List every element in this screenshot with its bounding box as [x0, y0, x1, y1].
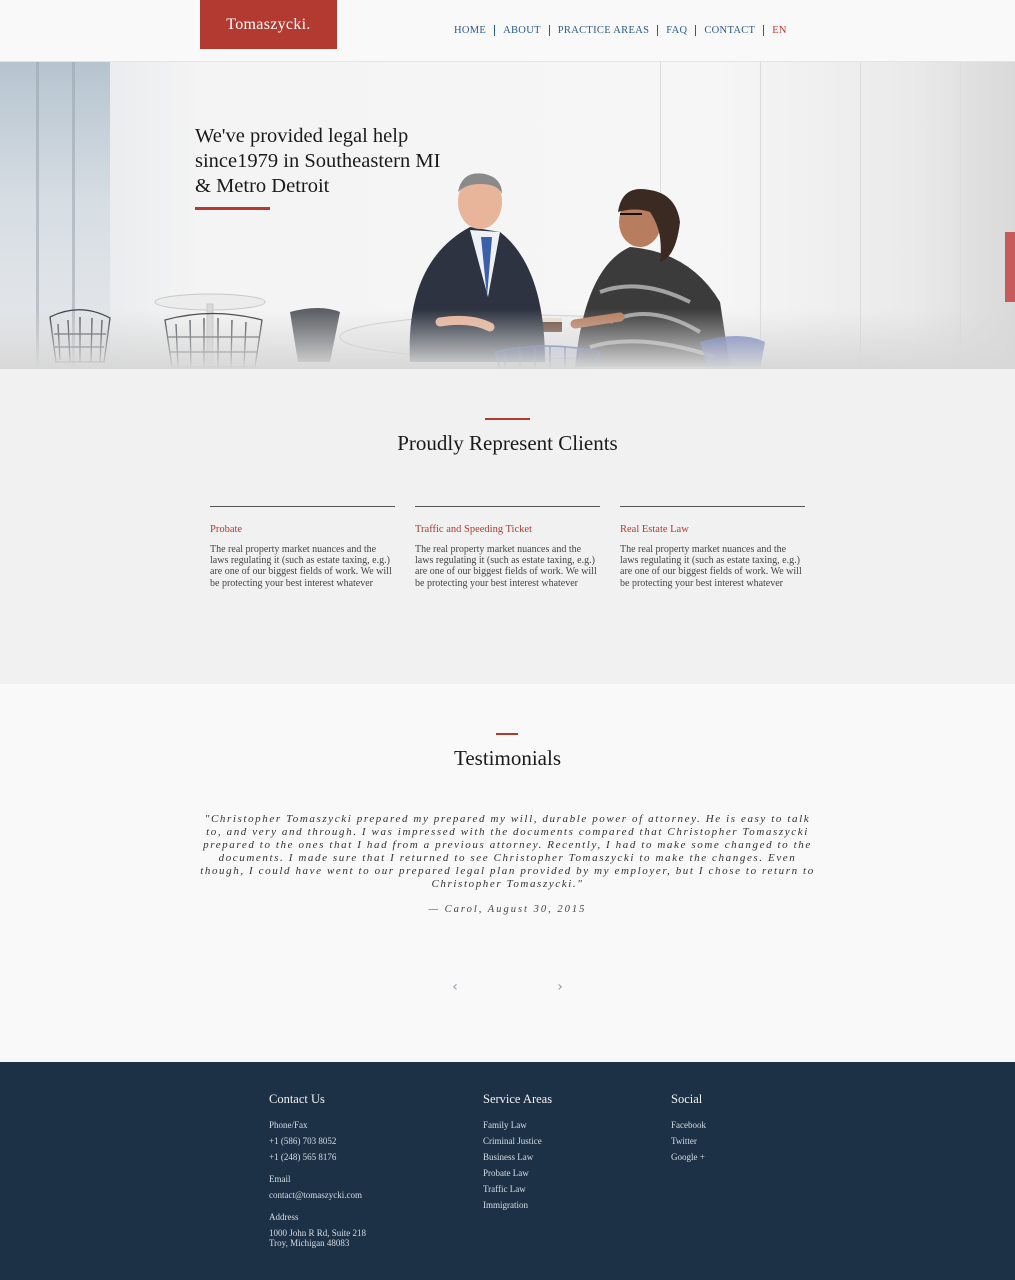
section-accent-rule: [485, 418, 530, 420]
site-footer: Contact Us Phone/Fax +1 (586) 703 8052 +…: [0, 1062, 1015, 1280]
main-nav: HOME ABOUT PRACTICE AREAS FAQ CONTACT EN: [446, 22, 795, 38]
hero-floor: [0, 309, 1015, 369]
right-red-object: [1005, 232, 1015, 302]
address-label: Address: [269, 1212, 299, 1222]
address-line: 1000 John R Rd, Suite 218: [269, 1228, 367, 1238]
social-link-twitter[interactable]: Twitter: [671, 1133, 706, 1149]
email-label: Email: [269, 1174, 291, 1184]
social-link-google-plus[interactable]: Google +: [671, 1149, 706, 1165]
footer-contact: Contact Us Phone/Fax +1 (586) 703 8052 +…: [269, 1092, 366, 1248]
practice-card-probate: Probate The real property market nuances…: [210, 506, 395, 589]
clients-title: Proudly Represent Clients: [397, 431, 618, 455]
hero-banner: We've provided legal help since1979 in S…: [0, 62, 1015, 369]
nav-practice-areas[interactable]: PRACTICE AREAS: [550, 25, 657, 36]
logo[interactable]: Tomaszycki.: [200, 0, 337, 49]
footer-social: Social Facebook Twitter Google +: [671, 1092, 706, 1165]
hero-headline: We've provided legal help since1979 in S…: [195, 125, 441, 197]
card-title[interactable]: Traffic and Speeding Ticket: [415, 524, 600, 535]
footer-service-title: Service Areas: [483, 1092, 553, 1106]
footer-link-family-law[interactable]: Family Law: [483, 1117, 552, 1133]
hero-accent-rule: [195, 207, 270, 210]
nav-contact[interactable]: CONTACT: [696, 25, 763, 36]
email-link[interactable]: contact@tomaszycki.com: [269, 1187, 366, 1203]
testimonial-quote: "Christopher Tomaszycki prepared my prep…: [200, 813, 815, 890]
card-title[interactable]: Real Estate Law: [620, 524, 805, 535]
phone-link[interactable]: +1 (586) 703 8052: [269, 1133, 366, 1149]
testimonial-author: — Carol, August 30, 2015: [428, 904, 587, 915]
card-title[interactable]: Probate: [210, 524, 395, 535]
section-accent-rule: [496, 733, 518, 735]
practice-card-real-estate: Real Estate Law The real property market…: [620, 506, 805, 589]
footer-link-business-law[interactable]: Business Law: [483, 1149, 552, 1165]
testimonials-title: Testimonials: [453, 746, 562, 770]
clients-section: Proudly Represent Clients Probate The re…: [0, 369, 1015, 684]
practice-card-traffic: Traffic and Speeding Ticket The real pro…: [415, 506, 600, 589]
address-line: Troy, Michigan 48083: [269, 1238, 350, 1248]
card-text: The real property market nuances and the…: [210, 544, 392, 589]
language-switch-en[interactable]: EN: [764, 25, 795, 36]
footer-contact-title: Contact Us: [269, 1092, 325, 1106]
card-text: The real property market nuances and the…: [620, 544, 802, 589]
nav-home[interactable]: HOME: [446, 25, 494, 36]
footer-link-criminal-justice[interactable]: Criminal Justice: [483, 1133, 552, 1149]
social-link-facebook[interactable]: Facebook: [671, 1117, 706, 1133]
nav-faq[interactable]: FAQ: [658, 25, 695, 36]
chevron-right-icon[interactable]: ›: [553, 980, 567, 994]
footer-link-traffic-law[interactable]: Traffic Law: [483, 1181, 552, 1197]
nav-about[interactable]: ABOUT: [495, 25, 549, 36]
phone-label: Phone/Fax: [269, 1120, 308, 1130]
phone-link[interactable]: +1 (248) 565 8176: [269, 1149, 366, 1165]
testimonials-section: Testimonials "Christopher Tomaszycki pre…: [0, 684, 1015, 1062]
footer-social-title: Social: [671, 1092, 703, 1106]
footer-link-immigration[interactable]: Immigration: [483, 1197, 552, 1213]
footer-link-probate-law[interactable]: Probate Law: [483, 1165, 552, 1181]
footer-service-areas: Service Areas Family Law Criminal Justic…: [483, 1092, 552, 1213]
site-header: Tomaszycki. HOME ABOUT PRACTICE AREAS FA…: [0, 0, 1015, 62]
chevron-left-icon[interactable]: ‹: [448, 980, 462, 994]
card-text: The real property market nuances and the…: [415, 544, 597, 589]
